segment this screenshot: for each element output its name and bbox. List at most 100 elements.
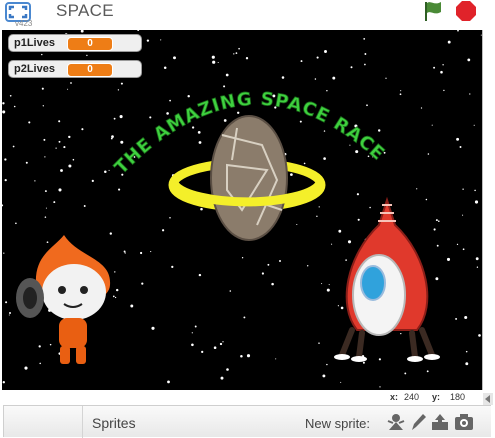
star — [12, 145, 15, 148]
star — [5, 301, 8, 304]
star — [150, 251, 152, 253]
star — [130, 304, 134, 308]
star — [474, 200, 479, 204]
star — [217, 61, 219, 64]
stop-icon[interactable] — [455, 0, 477, 22]
star — [225, 73, 229, 77]
star — [235, 52, 238, 54]
star — [275, 358, 277, 360]
star — [171, 265, 174, 269]
variable-monitor-p2lives[interactable]: p2Lives 0 — [8, 60, 142, 78]
star — [379, 386, 381, 388]
star — [124, 252, 126, 254]
star — [4, 158, 7, 161]
star — [83, 205, 86, 207]
star — [45, 207, 47, 209]
star — [459, 146, 462, 148]
variable-monitor-p1lives[interactable]: p1Lives 0 — [8, 34, 142, 52]
star — [44, 216, 47, 218]
star — [279, 260, 281, 262]
star — [462, 214, 464, 216]
star — [465, 362, 469, 366]
star — [364, 53, 367, 55]
star — [241, 257, 244, 259]
star — [81, 128, 84, 131]
star — [220, 376, 224, 380]
star — [431, 124, 433, 126]
star — [456, 243, 459, 246]
star — [120, 140, 124, 144]
planet-sprite[interactable] — [167, 110, 327, 245]
star — [367, 155, 370, 158]
star — [464, 315, 468, 320]
star — [467, 58, 471, 62]
star — [326, 89, 328, 92]
star — [4, 179, 7, 182]
star — [110, 137, 113, 140]
star — [140, 251, 143, 255]
character-sprite[interactable] — [14, 230, 124, 370]
star — [455, 317, 458, 320]
star — [383, 151, 386, 154]
star — [41, 53, 43, 56]
star — [15, 222, 17, 225]
rocket-sprite[interactable] — [327, 195, 447, 365]
star — [267, 263, 270, 266]
star — [72, 158, 75, 161]
star — [141, 282, 144, 285]
star — [416, 188, 418, 190]
star — [25, 161, 28, 164]
star — [274, 106, 277, 109]
upload-sprite-icon[interactable] — [430, 412, 450, 432]
project-title[interactable]: SPACE — [56, 0, 114, 22]
star — [91, 179, 94, 183]
star — [420, 107, 423, 109]
star — [332, 76, 336, 80]
star — [41, 87, 44, 90]
star — [8, 314, 10, 316]
star — [3, 252, 5, 254]
sprites-panel-header: Sprites New sprite: — [3, 405, 491, 438]
star — [146, 39, 150, 42]
star — [476, 266, 479, 268]
camera-icon[interactable] — [454, 412, 474, 432]
star — [187, 94, 190, 98]
star — [191, 343, 194, 347]
star — [211, 55, 215, 59]
star — [191, 332, 193, 334]
choose-sprite-from-library-icon[interactable] — [386, 412, 406, 432]
star — [2, 102, 5, 105]
star — [245, 57, 249, 60]
star — [246, 354, 251, 358]
star — [446, 257, 451, 261]
paint-new-sprite-icon[interactable] — [408, 412, 428, 432]
star — [28, 121, 31, 124]
star — [400, 90, 402, 92]
star — [350, 66, 353, 69]
star — [43, 138, 46, 141]
star — [119, 115, 123, 119]
star — [63, 146, 66, 149]
star — [149, 116, 152, 119]
star — [462, 248, 465, 251]
scroll-left-arrow-icon[interactable] — [483, 393, 493, 405]
y-value: 180 — [450, 392, 466, 402]
star — [404, 372, 407, 375]
green-flag-icon[interactable] — [421, 0, 445, 22]
star — [473, 124, 475, 126]
star — [462, 188, 464, 190]
star — [111, 135, 114, 138]
star — [163, 66, 167, 69]
star — [364, 63, 366, 66]
star — [281, 76, 285, 79]
monitor-label: p2Lives — [14, 63, 55, 75]
star — [2, 381, 5, 384]
star — [86, 54, 88, 57]
star — [70, 82, 72, 84]
star — [67, 88, 69, 90]
star — [324, 50, 327, 53]
star — [53, 201, 56, 204]
star — [261, 272, 264, 275]
stage[interactable]: THE AMAZING SPACE RACE p1Lives 0 p2Lives… — [2, 30, 483, 390]
star — [44, 156, 46, 158]
